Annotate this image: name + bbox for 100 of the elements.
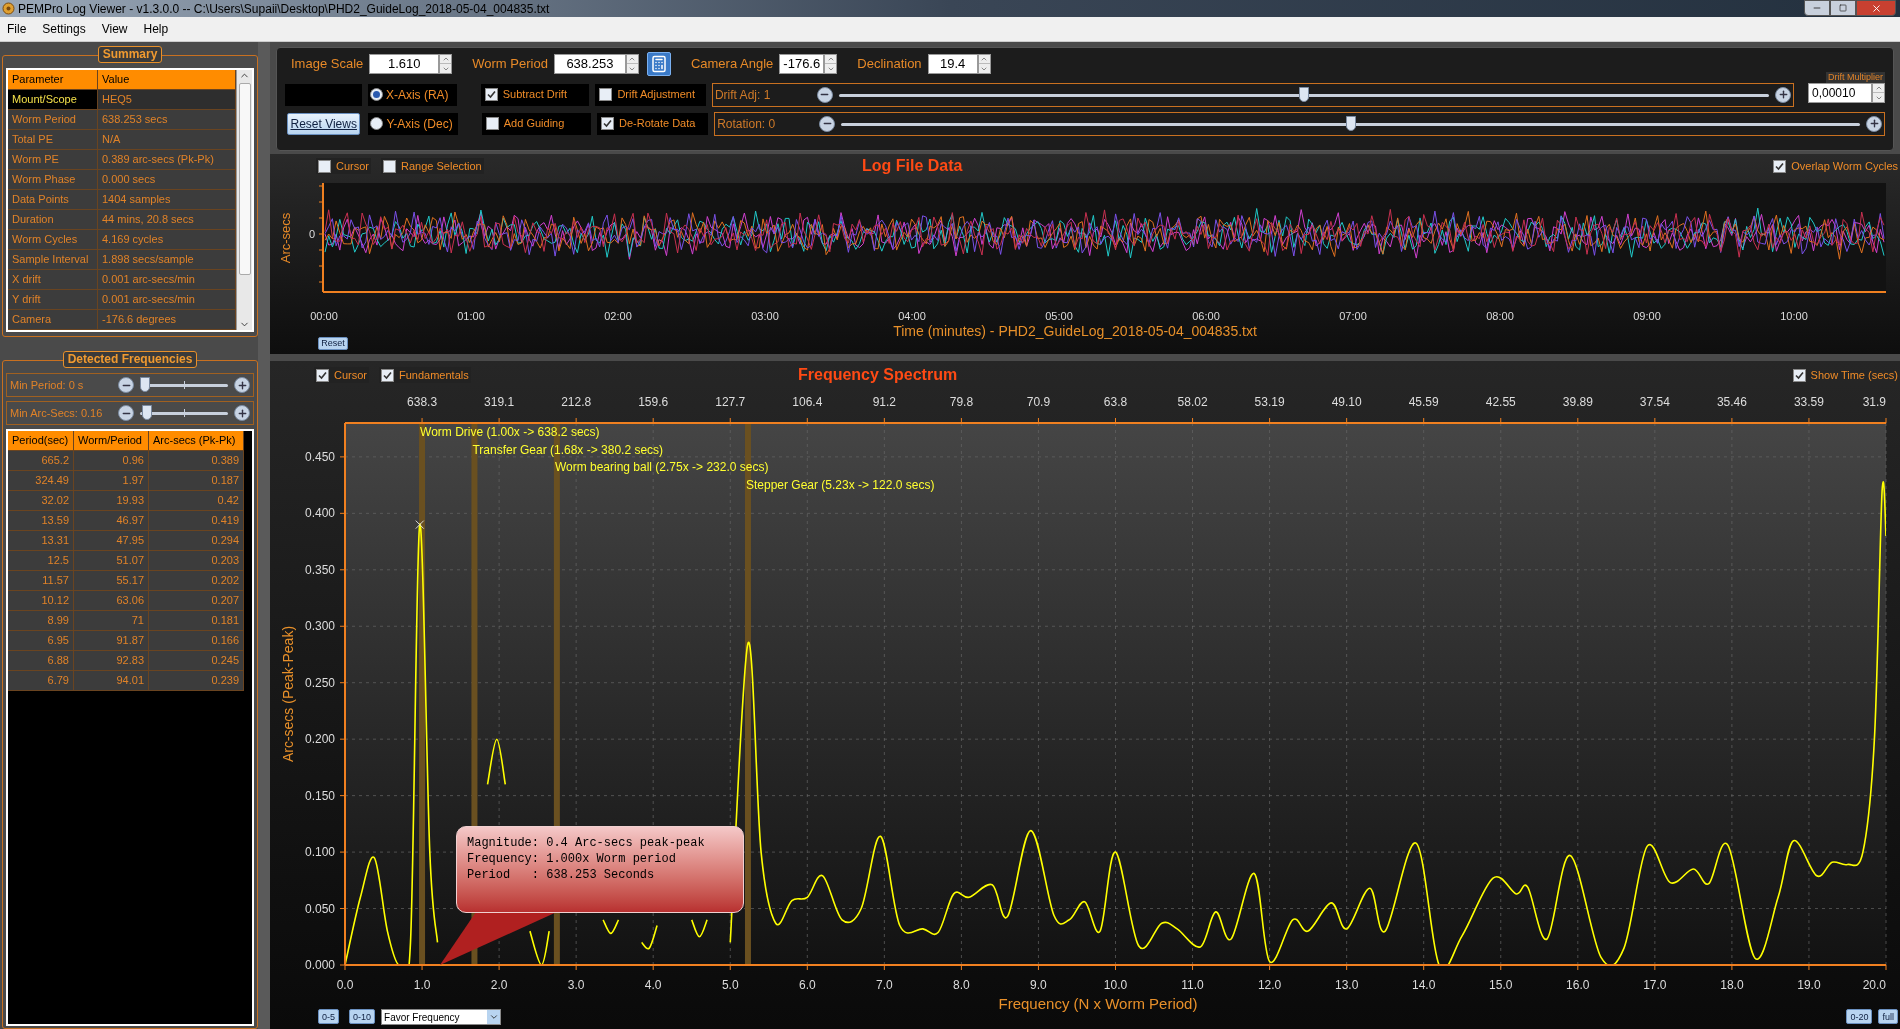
tick-label: 159.6 [638,395,669,409]
tick-label: 4.0 [644,978,662,992]
tick-label: 42.55 [1485,395,1516,409]
table-row[interactable]: Y drift 0.001 arc-secs/min [8,290,236,310]
tick-label: 5.0 [721,978,739,992]
tick-label: 02:00 [604,310,632,322]
dropdown[interactable]: Favor Frequency [381,1009,502,1025]
tick-label: 12.0 [1257,978,1282,992]
tick-label: 08:00 [1486,310,1514,322]
table-cell: 94.01 [74,671,149,691]
field-label: Drift Multiplier [1826,72,1885,83]
table-row[interactable]: Sample Interval 1.898 secs/sample [8,250,236,270]
tick-label: 18.0 [1720,978,1744,992]
annotation-label: Worm Drive (1.00x -> 638.2 secs) [420,425,600,439]
tick-label: 63.8 [1103,395,1128,409]
table-row[interactable]: Data Points 1404 samples [8,190,236,210]
field-label: Camera Angle [690,55,774,74]
table-row[interactable]: Worm Cycles 4.169 cycles [8,230,236,250]
table-row[interactable]: Mount/Scope HEQ5 [8,90,236,110]
axis-label: Frequency (N x Worm Period) [998,995,1198,1012]
tick-label: 13.0 [1334,978,1359,992]
menu-item[interactable]: File [7,20,27,38]
axis-label: Arc-secs (Peak-Peak) [280,625,296,763]
tick-label: 8.0 [953,978,970,992]
tick-label: 212.8 [561,395,592,409]
annotation-label: Worm bearing ball (2.75x -> 232.0 secs) [554,460,769,475]
range-button[interactable]: 0-5 [318,1009,339,1024]
tick-label: 0.300 [304,619,335,634]
menu-item[interactable]: Settings [42,20,86,38]
number-field[interactable]: -176.6 [779,54,825,74]
tick-label: 33.59 [1793,395,1824,409]
axis-label: Arc-secs [278,212,293,264]
tick-label: 0.150 [304,788,335,803]
checkbox-label: Overlap Worm Cycles [1791,158,1898,174]
tick-label: 1.0 [413,978,431,992]
number-field[interactable]: 1.610 [369,54,440,74]
reset-button[interactable]: Reset [318,337,348,350]
tick-label: 0.0 [336,978,354,992]
tick-label: 79.8 [949,395,974,409]
table-row[interactable]: Duration 44 mins, 20.8 secs [8,210,236,230]
range-button[interactable]: 0-20 [1846,1009,1873,1024]
table-cell: 6.79 [8,671,74,691]
tick-label: 03:00 [751,310,779,322]
number-field[interactable]: 19.4 [927,54,978,74]
tick-label: 0 [308,228,315,240]
tick-label: 19.0 [1797,978,1821,992]
range-button[interactable]: 0-10 [349,1009,376,1024]
tick-label: 91.2 [872,395,897,409]
tick-label: 04:00 [898,310,926,322]
group-title: Detected Frequencies [62,351,198,368]
reset-views-button[interactable]: Reset Views [287,112,361,135]
tick-label: 7.0 [876,978,893,992]
slider-label: Drift Adj: 1 [713,86,772,104]
tick-label: 20.0 [1862,978,1886,992]
range-button[interactable]: full [1878,1009,1898,1024]
table-row[interactable]: Worm Period 638.253 secs [8,110,236,130]
tick-label: 70.9 [1026,395,1051,409]
menu-item[interactable]: Help [143,20,169,38]
number-field[interactable]: 638.253 [553,54,626,74]
tick-label: 0.200 [304,732,335,747]
tick-label: 15.0 [1489,978,1513,992]
table-cell: Camera [8,310,98,330]
tick-label: 0.000 [304,958,335,972]
tick-label: 9.0 [1030,978,1047,992]
radio-label: X-Axis (RA) [385,86,449,104]
table-row[interactable]: Camera -176.6 degrees [8,310,236,330]
slider-label: Min Period: 0 s [10,377,85,393]
table-cell: 0.239 [149,671,244,691]
tooltip-line: Frequency: 1.000x Worm period [467,851,677,867]
tick-label: 127.7 [715,395,746,409]
tick-label: 37.54 [1639,395,1670,409]
tick-label: 3.0 [567,978,585,992]
tick-label: 6.0 [798,978,816,992]
tick-label: 06:00 [1192,310,1220,322]
checkbox-label: Cursor [336,158,369,174]
checkbox-label: Subtract Drift [502,87,567,103]
tick-label: 0.050 [304,901,335,916]
table-cell: Mount/Scope [8,90,98,110]
tick-label: 00:00 [310,310,338,322]
table-row[interactable]: Worm Phase 0.000 secs [8,170,236,190]
field-label: Worm Period [472,55,548,74]
slider-label: Rotation: 0 [716,115,777,133]
tick-label: 39.89 [1562,395,1593,409]
menu-item[interactable]: View [101,20,128,38]
number-field[interactable]: 0,00010 [1808,83,1872,103]
tick-label: 05:00 [1045,310,1073,322]
tick-label: 0.350 [304,562,335,577]
table-row[interactable]: Total PE N/A [8,130,236,150]
tick-label: 638.3 [407,395,438,409]
group-title: Summary [97,46,163,63]
tick-label: 09:00 [1633,310,1661,322]
tick-label: 53.19 [1254,395,1285,409]
tick-label: 106.4 [792,395,823,409]
table-row[interactable]: Worm PE 0.389 arc-secs (Pk-Pk) [8,150,236,170]
tick-label: 45.59 [1408,395,1439,409]
tick-label: 17.0 [1643,978,1667,992]
chart-title: Frequency Spectrum [798,365,958,385]
table-row[interactable]: X drift 0.001 arc-secs/min [8,270,236,290]
checkbox-label: Drift Adjustment [617,87,695,103]
radio-label: Y-Axis (Dec) [386,115,453,133]
